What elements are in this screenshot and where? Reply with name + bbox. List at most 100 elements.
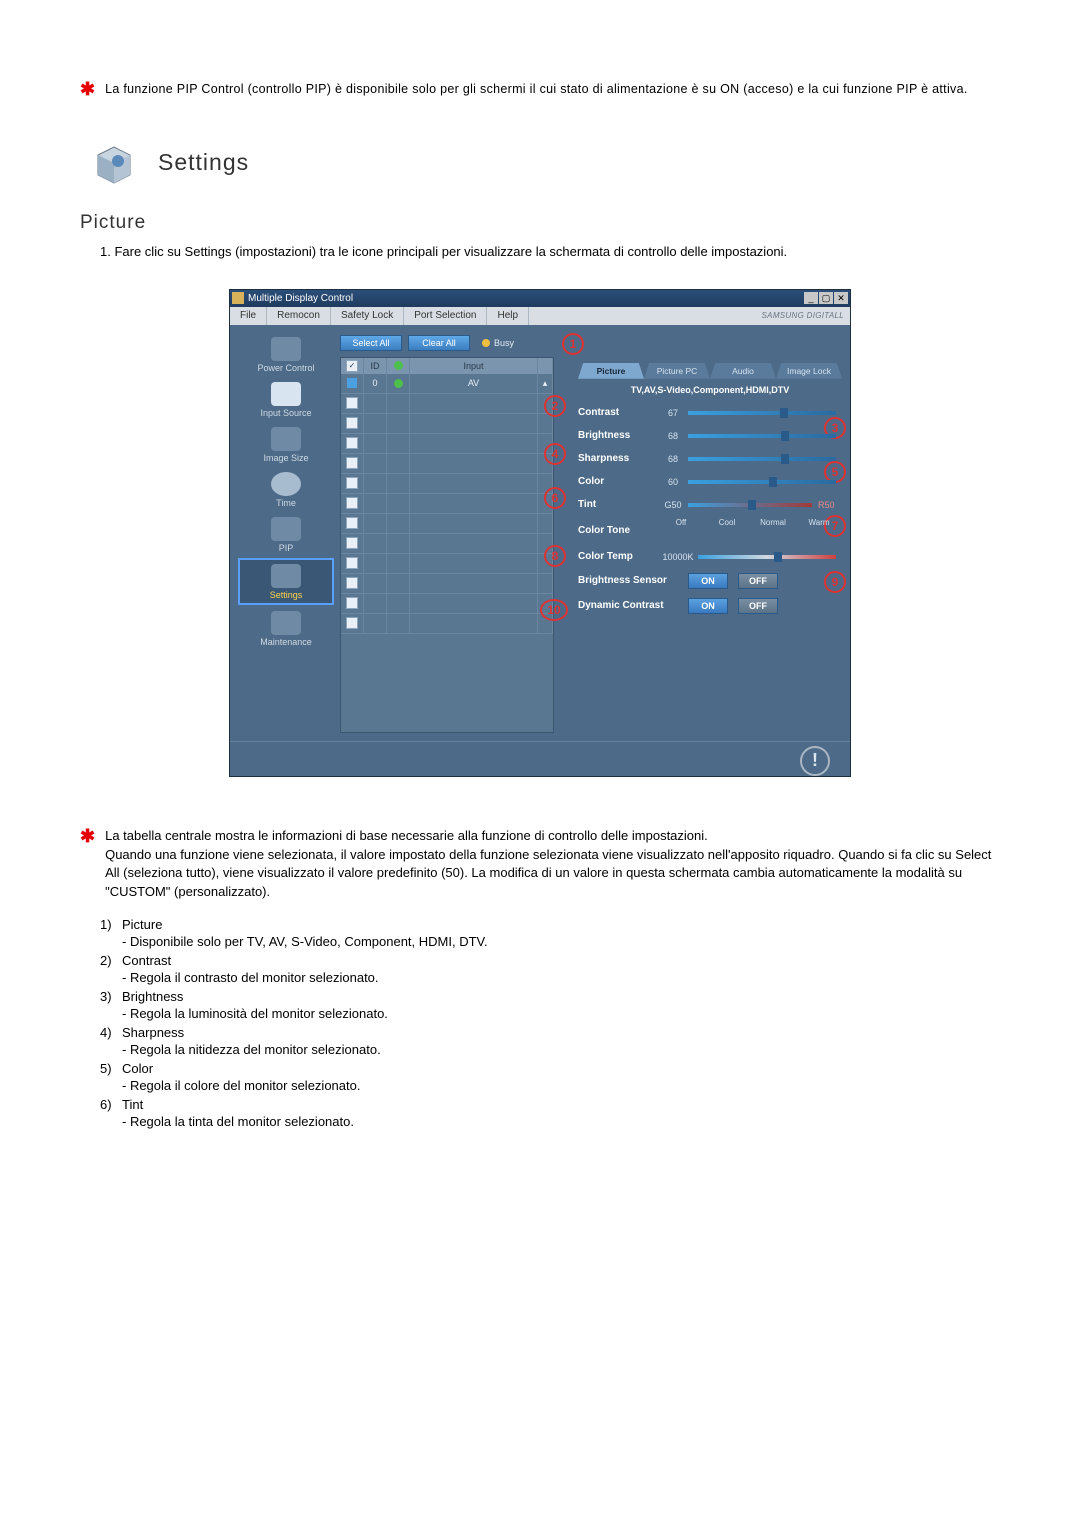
grid-header-input: Input — [410, 358, 538, 374]
callout-4: 4 — [544, 443, 566, 465]
app-icon — [232, 292, 244, 304]
menu-port[interactable]: Port Selection — [404, 307, 487, 325]
grid-header-id: ID — [364, 358, 387, 374]
table-row[interactable] — [341, 434, 553, 454]
callout-6: 6 — [544, 487, 566, 509]
bsensor-off-button[interactable]: OFF — [738, 573, 778, 589]
size-icon — [271, 427, 301, 451]
callout-8: 8 — [544, 545, 566, 567]
tone-off[interactable]: Off — [658, 518, 704, 544]
param-brightness: Brightness 68 — [578, 426, 842, 446]
tab-audio[interactable]: Audio — [710, 363, 776, 379]
table-row[interactable] — [341, 534, 553, 554]
table-row[interactable] — [341, 394, 553, 414]
table-note: ✱ La tabella centrale mostra le informaz… — [80, 827, 1000, 902]
settings-cube-icon — [90, 139, 138, 187]
table-row[interactable] — [341, 454, 553, 474]
param-color: Color 60 — [578, 472, 842, 492]
settings-heading: Settings — [80, 139, 1000, 187]
colortemp-slider[interactable] — [698, 555, 836, 559]
grid-header-scroll — [538, 358, 553, 374]
table-row[interactable] — [341, 474, 553, 494]
sidebar-item-size[interactable]: Image Size — [238, 423, 334, 466]
numbered-list: 1)Picture- Disponibile solo per TV, AV, … — [100, 917, 1000, 1129]
settings-panel: 1 2 3 4 5 6 7 8 9 10 Picture Picture PC … — [560, 333, 842, 733]
table-row[interactable]: 0 AV ▴ — [341, 374, 553, 394]
table-row[interactable] — [341, 594, 553, 614]
scroll-up-icon[interactable]: ▴ — [538, 374, 553, 393]
maint-icon — [271, 611, 301, 635]
sidebar-item-power[interactable]: Power Control — [238, 333, 334, 376]
table-row[interactable] — [341, 554, 553, 574]
step-list: 1. Fare clic su Settings (impostazioni) … — [100, 244, 1000, 259]
bsensor-on-button[interactable]: ON — [688, 573, 728, 589]
menu-file[interactable]: File — [230, 307, 267, 325]
info-icon[interactable]: ! — [800, 746, 830, 776]
callout-2: 2 — [544, 395, 566, 417]
pip-icon — [271, 517, 301, 541]
brand-label: SAMSUNG DIGITALL — [762, 311, 844, 320]
callout-10: 10 — [540, 599, 568, 621]
settings-title: Settings — [158, 149, 249, 176]
sidebar-item-maint[interactable]: Maintenance — [238, 607, 334, 650]
grid-header-status — [387, 358, 410, 374]
time-icon — [271, 472, 301, 496]
sidebar-item-time[interactable]: Time — [238, 468, 334, 511]
maximize-icon[interactable]: ▢ — [819, 292, 833, 304]
param-tint: Tint G50 R50 — [578, 495, 842, 515]
list-item: 3)Brightness- Regola la luminosità del m… — [100, 989, 1000, 1021]
select-all-button[interactable]: Select All — [340, 335, 402, 351]
panel-subtitle: TV,AV,S-Video,Component,HDMI,DTV — [578, 385, 842, 395]
tone-cool[interactable]: Cool — [704, 518, 750, 544]
table-row[interactable] — [341, 614, 553, 634]
busy-indicator: Busy — [482, 338, 514, 348]
param-colortemp: Color Temp 10000K — [578, 547, 842, 567]
window-title: Multiple Display Control — [248, 293, 353, 304]
menu-help[interactable]: Help — [487, 307, 529, 325]
color-slider[interactable] — [688, 480, 836, 484]
list-item: 6)Tint- Regola la tinta del monitor sele… — [100, 1097, 1000, 1129]
table-row[interactable] — [341, 494, 553, 514]
display-grid: ✓ ID Input 0 AV ▴ — [340, 357, 554, 733]
minimize-icon[interactable]: _ — [804, 292, 818, 304]
menu-remocon[interactable]: Remocon — [267, 307, 331, 325]
table-row[interactable] — [341, 414, 553, 434]
dcontrast-off-button[interactable]: OFF — [738, 598, 778, 614]
callout-1: 1 — [562, 333, 584, 355]
callout-9: 9 — [824, 571, 846, 593]
tab-picture-pc[interactable]: Picture PC — [644, 363, 710, 379]
tone-normal[interactable]: Normal — [750, 518, 796, 544]
clear-all-button[interactable]: Clear All — [408, 335, 470, 351]
list-item: 5)Color- Regola il colore del monitor se… — [100, 1061, 1000, 1093]
list-item: 2)Contrast- Regola il contrasto del moni… — [100, 953, 1000, 985]
star-icon: ✱ — [80, 827, 95, 845]
grid-header-check[interactable]: ✓ — [341, 358, 364, 374]
tint-slider[interactable] — [688, 503, 812, 507]
contrast-slider[interactable] — [688, 411, 836, 415]
tab-image-lock[interactable]: Image Lock — [776, 363, 842, 379]
param-colortone: Color Tone Off Cool Normal Warm — [578, 518, 842, 544]
close-icon[interactable]: ✕ — [834, 292, 848, 304]
menubar: File Remocon Safety Lock Port Selection … — [230, 307, 850, 325]
status-dot-icon — [394, 361, 403, 370]
table-row[interactable] — [341, 514, 553, 534]
param-contrast: Contrast 67 — [578, 403, 842, 423]
tone-warm[interactable]: Warm — [796, 518, 842, 544]
sidebar-item-pip[interactable]: PIP — [238, 513, 334, 556]
power-icon — [271, 337, 301, 361]
sidebar-item-input[interactable]: Input Source — [238, 378, 334, 421]
sharpness-slider[interactable] — [688, 457, 836, 461]
table-row[interactable] — [341, 574, 553, 594]
app-footer: ! — [230, 741, 850, 776]
tab-picture[interactable]: Picture — [578, 363, 644, 379]
dcontrast-on-button[interactable]: ON — [688, 598, 728, 614]
mdc-app-window: Multiple Display Control _ ▢ ✕ File Remo… — [229, 289, 851, 777]
menu-safety[interactable]: Safety Lock — [331, 307, 404, 325]
row-check-icon[interactable] — [347, 378, 357, 388]
picture-subhead: Picture — [80, 212, 1000, 234]
list-item: 4)Sharpness- Regola la nitidezza del mon… — [100, 1025, 1000, 1057]
sidebar-item-settings[interactable]: Settings — [238, 558, 334, 605]
tabs: Picture Picture PC Audio Image Lock — [578, 363, 842, 379]
brightness-slider[interactable] — [688, 434, 836, 438]
settings-icon — [271, 564, 301, 588]
